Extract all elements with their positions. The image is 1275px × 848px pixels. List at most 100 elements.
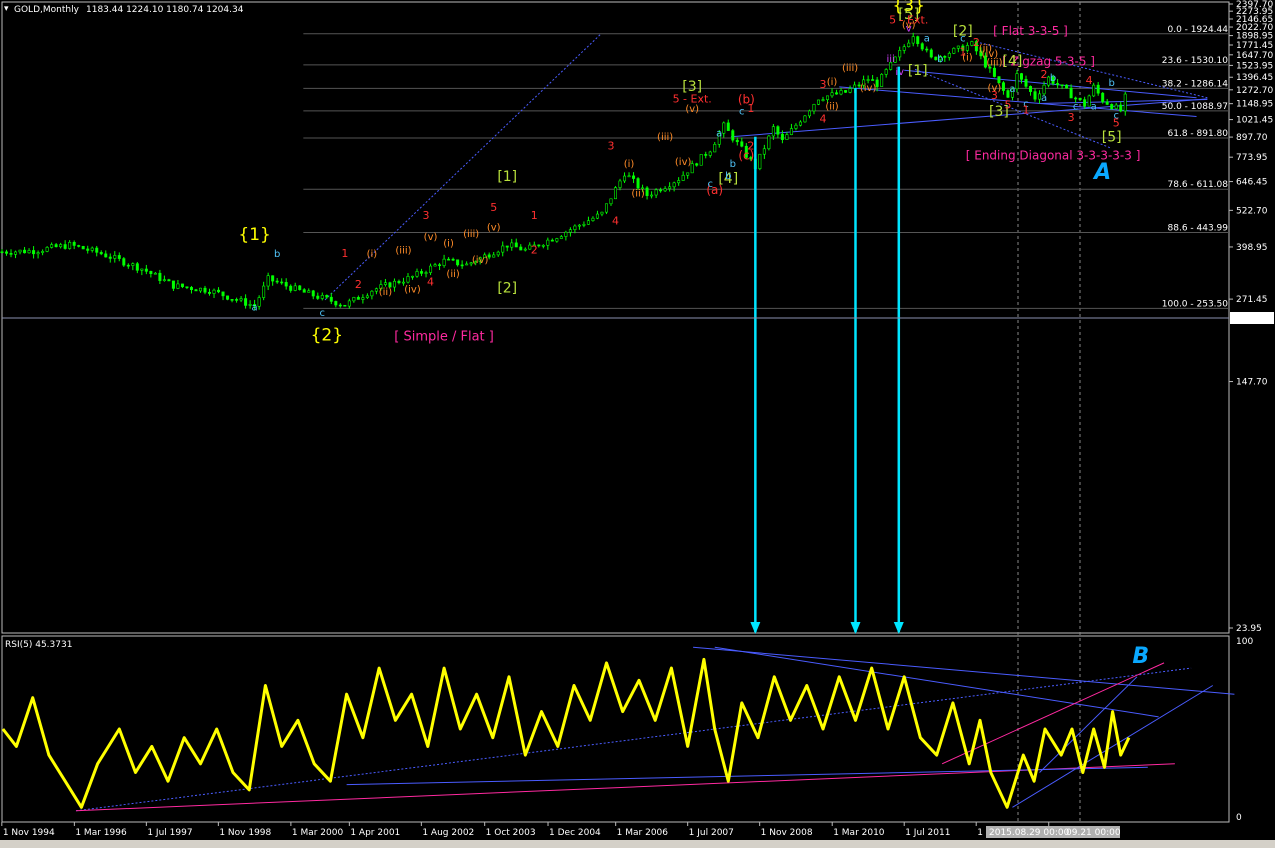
candle-body <box>523 248 527 251</box>
annotation-b-label: B <box>1132 644 1149 669</box>
wave-label: 4 <box>820 112 827 125</box>
candle-body <box>122 258 126 266</box>
wave-label: [ Ending Diagonal 3-3-3-3-3 ] <box>966 149 1141 163</box>
price-tick-label: 1272.70 <box>1236 86 1273 96</box>
candle-body <box>266 275 270 287</box>
candle-body <box>794 124 798 129</box>
candle-body <box>415 271 419 277</box>
wave-label: [ Simple / Flat ] <box>394 329 494 344</box>
candle-body <box>135 263 139 271</box>
candle-body <box>1024 79 1028 87</box>
wave-label: c <box>320 308 326 319</box>
candle-body <box>492 254 496 258</box>
wave-label: (i) <box>827 77 838 88</box>
wave-label: (ii) <box>379 287 392 298</box>
candle-body <box>731 130 735 141</box>
wave-label: 3 <box>1068 111 1075 124</box>
candle-body <box>113 255 117 259</box>
candle-body <box>740 141 744 147</box>
candle-body <box>1119 104 1123 112</box>
candle-body <box>952 47 956 54</box>
rsi-tick-100: 100 <box>1236 637 1253 647</box>
candle-body <box>144 268 148 272</box>
wave-label: b <box>1109 78 1115 89</box>
wave-label: (v) <box>424 232 438 243</box>
wave-label: 3 <box>820 78 827 91</box>
wave-label: 3 <box>423 209 430 222</box>
candle-body <box>798 121 802 126</box>
candle-body <box>844 90 848 93</box>
status-strip <box>0 840 1275 848</box>
candle-body <box>347 300 351 307</box>
chart-title-marker[interactable]: ▾ <box>4 4 9 14</box>
candle-body <box>0 251 4 254</box>
time-tick-label: 1 Dec 2004 <box>549 828 601 838</box>
candle-body <box>835 92 839 95</box>
candle-body <box>198 287 202 292</box>
wave-label: 2 <box>531 244 538 257</box>
candle-body <box>293 285 297 291</box>
candle-body <box>1060 84 1064 87</box>
wave-label: (iii) <box>463 229 479 240</box>
candle-body <box>370 290 374 297</box>
candle-body <box>307 290 311 293</box>
candle-body <box>68 242 72 249</box>
candle-body <box>23 249 27 254</box>
candle-body <box>320 295 324 299</box>
candle-body <box>672 182 676 188</box>
time-tick-label: 1 Nov 1994 <box>3 828 55 838</box>
wave-label: 2 <box>1041 68 1048 81</box>
candle-body <box>623 175 627 182</box>
candle-body <box>884 69 888 75</box>
candle-body <box>830 92 834 97</box>
candle-body <box>392 280 396 288</box>
wave-label: a <box>924 33 930 44</box>
candle-body <box>208 291 212 294</box>
wave-label: [2] <box>497 281 517 297</box>
time-tick-label: 1 Jul 2011 <box>905 828 950 838</box>
candle-body <box>582 224 586 226</box>
candle-body <box>442 258 446 266</box>
candle-body <box>352 297 356 302</box>
wave-label: 5 <box>1113 117 1120 130</box>
candle-body <box>271 275 275 282</box>
candle-body <box>180 283 184 288</box>
wave-label: {2} <box>311 325 343 345</box>
candle-body <box>636 178 640 189</box>
candle-body <box>95 247 99 253</box>
candle-body <box>338 304 342 307</box>
candle-body <box>812 104 816 112</box>
chart-symbol-title: GOLD,Monthly <box>14 5 80 15</box>
candle-body <box>235 299 239 301</box>
candle-body <box>226 295 230 300</box>
candle-body <box>681 174 685 181</box>
wave-label: (iv) <box>675 157 692 168</box>
gold-monthly-chart[interactable]: 0.0 - 1924.44 23.6 - 1530.10 38.2 - 1286.1… <box>0 0 1275 848</box>
fib-level-label: 61.8 - 891.80 <box>1168 129 1229 139</box>
candle-body <box>668 186 672 189</box>
candle-body <box>591 217 595 221</box>
wave-label: 4 <box>427 276 434 289</box>
candle-body <box>541 244 545 247</box>
time-tick-label: 1 Jul 2007 <box>689 828 734 838</box>
wave-label: c <box>960 33 966 44</box>
candle-body <box>839 90 843 95</box>
candle-body <box>595 213 599 219</box>
candle-body <box>411 275 415 278</box>
candle-body <box>158 272 162 281</box>
candle-body <box>726 122 730 131</box>
wave-label: (ii) <box>631 188 644 199</box>
time-tick-label: 1 Oct 2003 <box>486 828 536 838</box>
candle-body <box>465 263 469 266</box>
wave-label: a <box>252 302 258 313</box>
candle-body <box>916 36 920 44</box>
candle-body <box>1001 82 1005 91</box>
candle-body <box>505 245 509 248</box>
candle-body <box>708 151 712 156</box>
wave-label: (iii) <box>657 132 673 143</box>
candle-body <box>704 154 708 156</box>
candle-body <box>920 43 924 50</box>
wave-label: v <box>906 23 912 34</box>
wave-label: 4 <box>612 215 619 228</box>
candle-body <box>212 289 216 294</box>
